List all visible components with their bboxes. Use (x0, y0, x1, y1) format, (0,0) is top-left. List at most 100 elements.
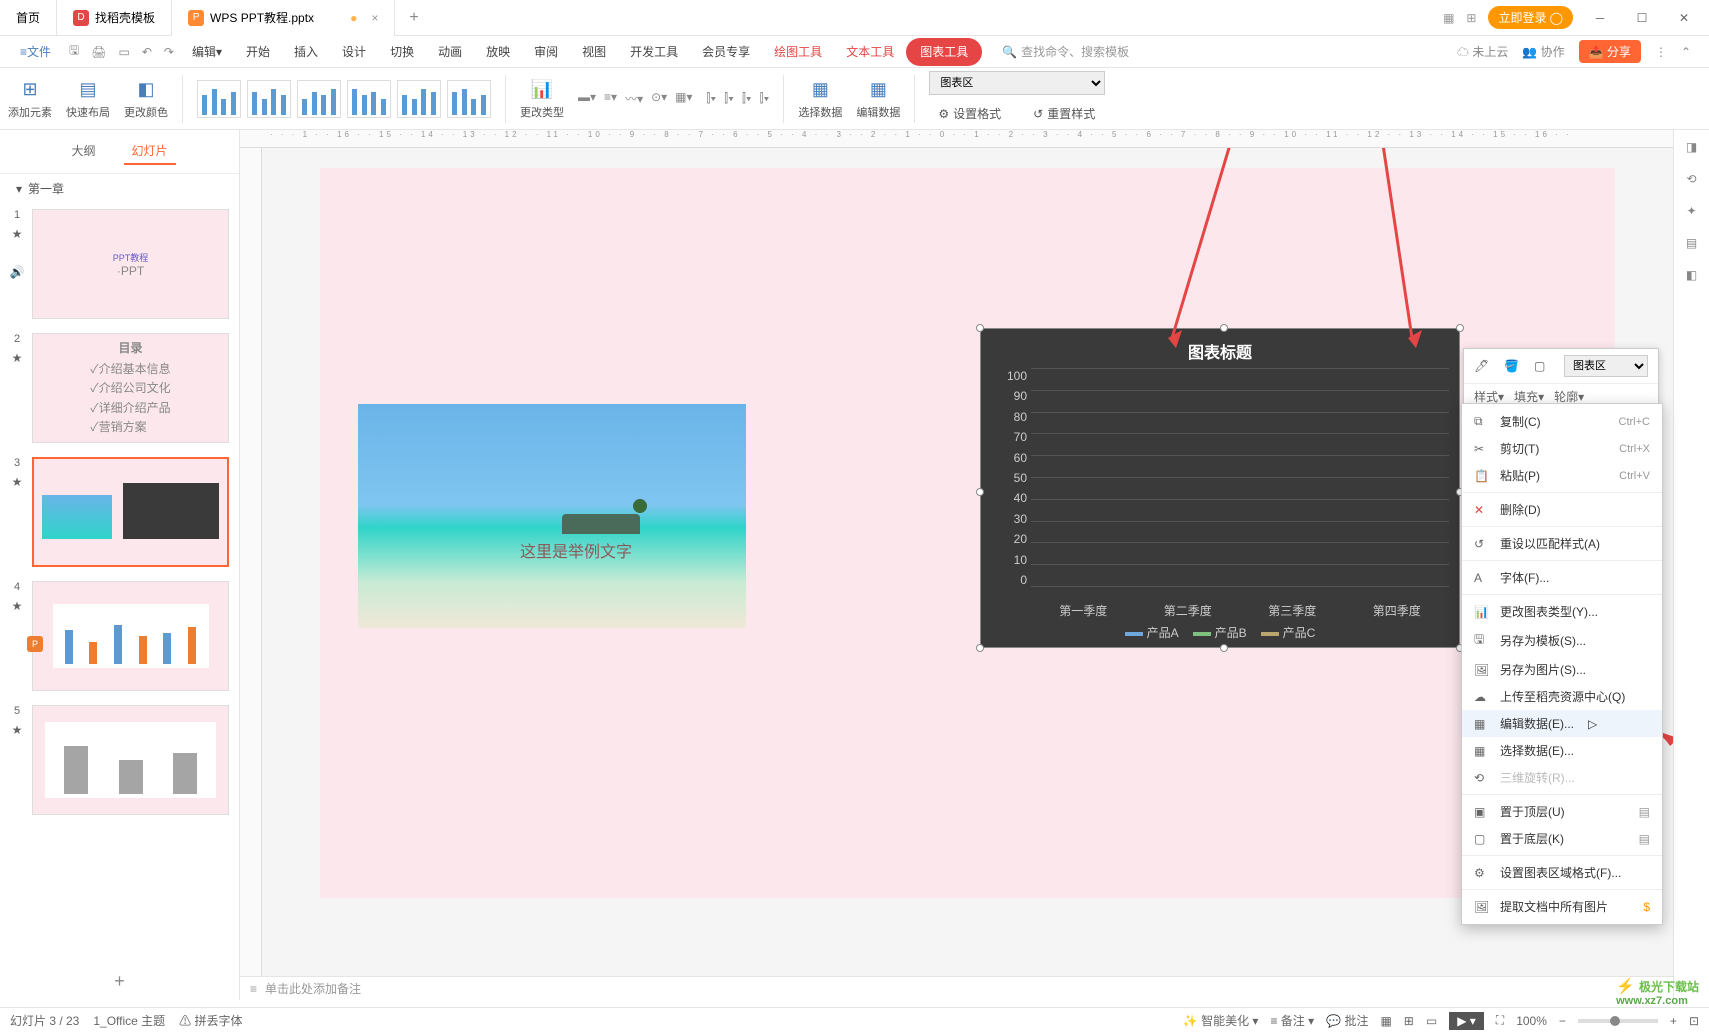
zoom-level[interactable]: 100% (1516, 1014, 1547, 1028)
chart-opt-icon[interactable]: 〰▾ (625, 90, 643, 107)
notes-bar[interactable]: ≡ 单击此处添加备注 (240, 976, 1673, 1000)
status-comments[interactable]: 💬 批注 (1326, 1012, 1368, 1029)
resize-handle[interactable] (1456, 324, 1464, 332)
rail-settings-icon[interactable]: ⟲ (1686, 172, 1696, 186)
panel-tab-slides[interactable]: 幻灯片 (124, 138, 176, 165)
preview-icon[interactable]: ▭ (113, 45, 136, 59)
cm-paste[interactable]: 📋粘贴(P)Ctrl+V (1462, 462, 1662, 489)
cm-save-image[interactable]: 🖼另存为图片(S)... (1462, 656, 1662, 683)
cm-edit-data[interactable]: ▦编辑数据(E)...▷ (1462, 710, 1662, 737)
cm-save-template[interactable]: 🖫另存为模板(S)... (1462, 625, 1662, 656)
rail-text-icon[interactable]: ▤ (1686, 236, 1697, 250)
menu-chart-tools[interactable]: 图表工具 (906, 38, 982, 66)
cm-extract-images[interactable]: 🖼提取文档中所有图片$ (1462, 893, 1662, 920)
chapter-header[interactable]: ▾ 第一章 (0, 174, 239, 203)
menu-view[interactable]: 视图 (570, 38, 618, 66)
panel-tab-outline[interactable]: 大纲 (63, 138, 103, 165)
zoom-slider[interactable] (1578, 1019, 1658, 1023)
rail-shape-icon[interactable]: ◧ (1686, 268, 1697, 282)
cm-copy[interactable]: ⧉复制(C)Ctrl+C (1462, 408, 1662, 435)
chart-style-3[interactable] (297, 80, 341, 118)
pen-icon[interactable]: 🖊 (1474, 359, 1494, 373)
cm-upload-docer[interactable]: ☁上传至稻壳资源中心(Q) (1462, 683, 1662, 710)
chart-style-6[interactable] (447, 80, 491, 118)
slide-thumb-5[interactable]: 5★ (10, 705, 229, 815)
cloud-status[interactable]: ☁ 未上云 (1457, 43, 1508, 60)
view-sorter-icon[interactable]: ⊞ (1404, 1014, 1414, 1028)
share-button[interactable]: 📤 分享 (1579, 40, 1641, 63)
print-icon[interactable]: 🖨 (85, 45, 112, 59)
resize-handle[interactable] (976, 324, 984, 332)
resize-handle[interactable] (1220, 644, 1228, 652)
tab-add-button[interactable]: + (395, 9, 432, 27)
chart-opt2-icon[interactable]: ⫿▾ (760, 91, 770, 106)
more-icon[interactable]: ⋮ (1655, 45, 1667, 59)
chart-opt2-icon[interactable]: ⫿▾ (742, 91, 752, 106)
zoom-out-icon[interactable]: − (1559, 1014, 1566, 1028)
menu-review[interactable]: 审阅 (522, 38, 570, 66)
redo-icon[interactable]: ↷ (158, 45, 180, 59)
cm-reset-match[interactable]: ↺重设以匹配样式(A) (1462, 530, 1662, 557)
ribbon-select-data[interactable]: ▦选择数据 (798, 78, 842, 120)
grid-icon[interactable]: ▦ (1443, 11, 1454, 25)
rail-toggle-icon[interactable]: ◨ (1686, 140, 1697, 154)
minimize-icon[interactable]: ─ (1585, 3, 1615, 33)
status-smart[interactable]: ✨ 智能美化 ▾ (1183, 1012, 1259, 1029)
ribbon-quick-layout[interactable]: ▤快速布局 (66, 78, 110, 120)
slide-thumb-3[interactable]: 3★ (10, 457, 229, 567)
chart-element-select[interactable]: 图表区 (1564, 355, 1648, 377)
ribbon-reset-style[interactable]: ↺ 重置样式 (1024, 101, 1104, 126)
menu-start[interactable]: 开始 (234, 38, 282, 66)
chart-style-4[interactable] (347, 80, 391, 118)
chart-object[interactable]: 图表标题 1009080706050403020100 第一季度第二季度第三季度… (980, 328, 1460, 648)
menu-text-tools[interactable]: 文本工具 (834, 38, 906, 66)
shape-icon[interactable]: ▢ (1534, 359, 1554, 373)
fit-screen-icon[interactable]: ⊡ (1689, 1014, 1699, 1028)
cm-change-chart-type[interactable]: 📊更改图表类型(Y)... (1462, 598, 1662, 625)
slide-caption[interactable]: 这里是举例文字 (520, 538, 632, 562)
undo-icon[interactable]: ↶ (136, 45, 158, 59)
cm-delete[interactable]: ✕删除(D) (1462, 496, 1662, 523)
tab-template[interactable]: D找稻壳模板 (57, 0, 172, 36)
chart-opt-icon[interactable]: ⊙▾ (651, 90, 667, 107)
cm-select-data[interactable]: ▦选择数据(E)... (1462, 737, 1662, 764)
resize-handle[interactable] (976, 488, 984, 496)
status-spell[interactable]: ⚠ 拼丢字体 (179, 1012, 242, 1029)
beach-image[interactable] (358, 404, 746, 628)
ribbon-change-color[interactable]: ◧更改颜色 (124, 78, 168, 120)
chart-opt-icon[interactable]: ≡▾ (604, 90, 617, 107)
slide-thumb-2[interactable]: 2★目录✓介绍基本信息✓介绍公司文化✓详细介绍产品✓营销方案 (10, 333, 229, 443)
save-icon[interactable]: 🖫 (63, 41, 85, 62)
cm-bring-front[interactable]: ▣置于顶层(U)▤ (1462, 798, 1662, 825)
cm-send-back[interactable]: ▢置于底层(K)▤ (1462, 825, 1662, 852)
bucket-icon[interactable]: 🪣 (1504, 359, 1524, 373)
ribbon-set-format[interactable]: ⚙ 设置格式 (929, 101, 1010, 126)
close-icon[interactable]: ● (350, 11, 357, 25)
view-normal-icon[interactable]: ▦ (1380, 1014, 1391, 1028)
chart-style-1[interactable] (197, 80, 241, 118)
login-button[interactable]: 立即登录 ◯ (1488, 6, 1573, 29)
chart-area-select[interactable]: 图表区 (929, 71, 1105, 95)
fit-icon[interactable]: ⛶ (1496, 1013, 1504, 1028)
status-notes[interactable]: ≡ 备注 ▾ (1270, 1012, 1314, 1029)
expand-icon[interactable]: ⌃ (1681, 45, 1691, 59)
menu-animation[interactable]: 动画 (426, 38, 474, 66)
menu-file[interactable]: ≡ 文件 (8, 38, 63, 66)
slide-thumb-1[interactable]: 1★🔊PPT教程·PPT (10, 209, 229, 319)
menu-edit[interactable]: 编辑 ▾ (180, 38, 234, 66)
chart-opt2-icon[interactable]: ⫿▾ (707, 91, 717, 106)
ribbon-edit-data[interactable]: ▦编辑数据 (856, 78, 900, 120)
cm-cut[interactable]: ✂剪切(T)Ctrl+X (1462, 435, 1662, 462)
maximize-icon[interactable]: ☐ (1627, 3, 1657, 33)
chart-opt-icon[interactable]: ▬▾ (578, 90, 596, 107)
menu-insert[interactable]: 插入 (282, 38, 330, 66)
cm-format-area[interactable]: ⚙设置图表区域格式(F)... (1462, 859, 1662, 886)
menu-dev[interactable]: 开发工具 (618, 38, 690, 66)
menu-draw-tools[interactable]: 绘图工具 (762, 38, 834, 66)
cm-font[interactable]: A字体(F)... (1462, 564, 1662, 591)
chart-style-5[interactable] (397, 80, 441, 118)
close-window-icon[interactable]: ✕ (1669, 3, 1699, 33)
collab-button[interactable]: 👥 协作 (1522, 43, 1564, 60)
ribbon-change-type[interactable]: 📊更改类型 (520, 78, 564, 120)
resize-handle[interactable] (1220, 324, 1228, 332)
